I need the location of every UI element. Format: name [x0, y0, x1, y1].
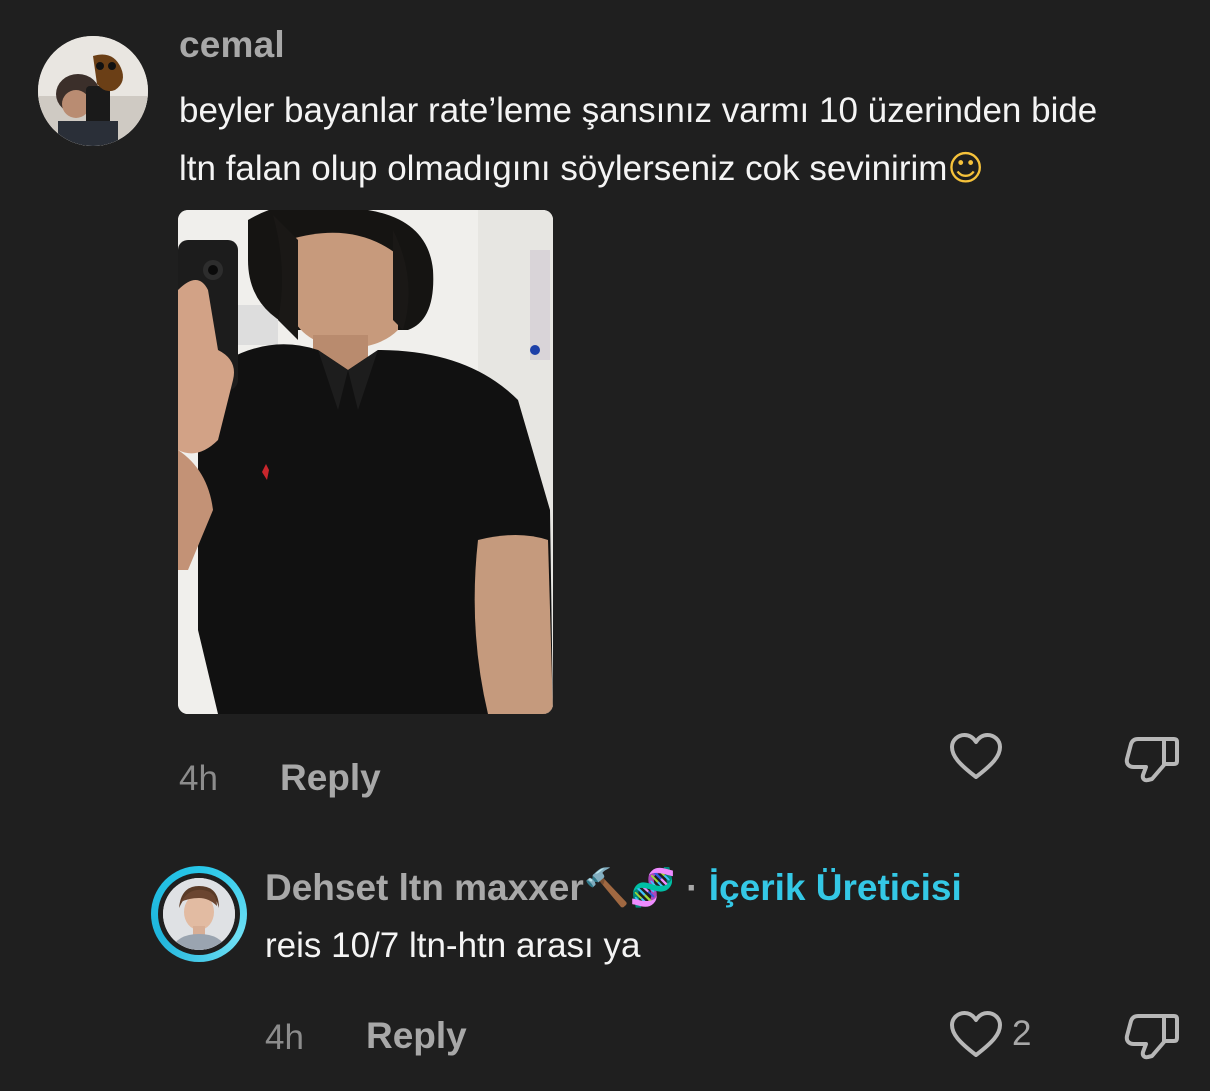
reply-dislike-button[interactable] — [1124, 1012, 1180, 1060]
comment-text-line-2: ltn falan olup olmadıgını söylerseniz co… — [179, 140, 1179, 198]
thumbs-down-outline-icon — [1124, 1014, 1179, 1060]
comment-text-line-1: beyler bayanlar rate’leme şansınız varmı… — [179, 91, 1098, 130]
comment-attached-photo[interactable] — [178, 210, 553, 714]
reply-like-button[interactable] — [949, 1010, 1003, 1060]
avatar-ring-gap — [158, 873, 240, 955]
heart-outline-icon — [950, 1011, 1002, 1057]
comment-timestamp: 4h — [179, 759, 218, 798]
comment-dislike-button[interactable] — [1124, 735, 1180, 783]
thumbs-down-outline-icon — [1124, 737, 1179, 783]
comment-text: beyler bayanlar rate’leme şansınız varmı… — [179, 82, 1179, 198]
commenter-username[interactable]: cemal — [179, 24, 285, 66]
smiling-face-emoji: ☺ — [947, 149, 984, 189]
reply-timestamp: 4h — [265, 1018, 304, 1057]
reply-text: reis 10/7 ltn-htn arası ya — [265, 926, 641, 965]
reply-author-photo — [163, 878, 235, 950]
hammer-dna-emoji: 🔨🧬 — [583, 866, 676, 909]
commenter-avatar[interactable] — [38, 36, 148, 146]
creator-badge: İçerik Üreticisi — [708, 867, 962, 908]
reply-like-count: 2 — [1012, 1014, 1032, 1053]
reply-author-header: Dehset ltn maxxer🔨🧬 · İçerik Üreticisi — [265, 866, 962, 910]
comment-text-line-2-words: ltn falan olup olmadıgını söylerseniz co… — [179, 149, 948, 188]
heart-outline-icon — [950, 733, 1002, 779]
reply-reply-button[interactable]: Reply — [366, 1015, 467, 1057]
comment-like-button[interactable] — [949, 732, 1003, 782]
separator-dot: · — [686, 867, 699, 908]
reply-author-username[interactable]: Dehset ltn maxxer — [265, 867, 584, 908]
comment-reply-button[interactable]: Reply — [280, 757, 381, 799]
reply-author-avatar[interactable] — [151, 866, 247, 962]
